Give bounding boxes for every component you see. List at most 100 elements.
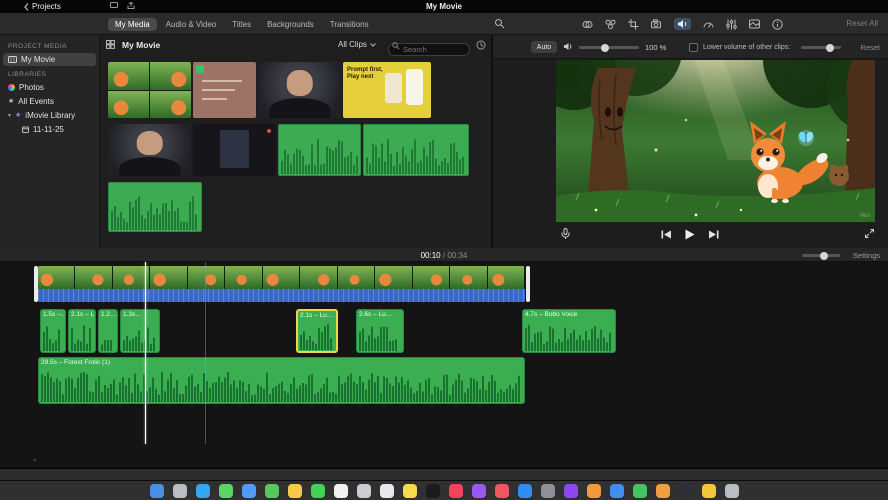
dock-app-keynote[interactable]	[609, 483, 624, 498]
reset-button[interactable]: Reset	[860, 43, 880, 52]
dock-app-safari[interactable]	[195, 483, 210, 498]
volume-icon[interactable]	[674, 18, 691, 30]
webcam-clip[interactable]	[258, 62, 341, 118]
clip-size-knob[interactable]	[820, 251, 829, 260]
dock-app-garageband[interactable]	[586, 483, 601, 498]
timeline-audio-clip[interactable]: 1.5s –…	[40, 309, 66, 353]
color-correction-icon[interactable]	[605, 19, 616, 30]
audio-clip-2[interactable]	[363, 124, 469, 176]
equalizer-icon[interactable]	[726, 19, 737, 30]
sidebar-item-all-events[interactable]: ★ All Events	[3, 95, 96, 108]
skip-back-button[interactable]	[661, 230, 671, 239]
color-balance-icon[interactable]	[582, 19, 593, 30]
dock-app-podcasts[interactable]	[471, 483, 486, 498]
video-clip-audio-track[interactable]	[38, 289, 525, 302]
dock-app-numbers[interactable]	[632, 483, 647, 498]
reset-all-button[interactable]: Reset All	[846, 19, 878, 28]
video-clip-filmstrip[interactable]	[38, 266, 525, 289]
timeline-audio-clip[interactable]: 2.1s – L…	[68, 309, 96, 353]
dock-app-launchpad[interactable]	[172, 483, 187, 498]
dock-app-finder[interactable]	[149, 483, 164, 498]
chevron-down-icon[interactable]: ▾	[8, 113, 11, 119]
search-field[interactable]	[388, 39, 470, 56]
dock-app-contacts[interactable]	[356, 483, 371, 498]
share-icon[interactable]	[127, 2, 135, 9]
tab-transitions[interactable]: Transitions	[323, 18, 376, 31]
screen-recording-clip[interactable]	[193, 124, 276, 176]
sidebar-item-photos[interactable]: Photos	[3, 81, 96, 94]
timeline-scrollbar[interactable]	[0, 468, 888, 480]
dock-app-trash[interactable]	[724, 483, 739, 498]
timeline[interactable]: 1.5s –… 2.1s – L… 1.2… 1.3s… 2.1s – Lu… 2.6s …	[0, 262, 888, 468]
search-input[interactable]	[388, 43, 470, 56]
clip-size-slider[interactable]	[802, 251, 840, 260]
dock-app-photos[interactable]	[287, 483, 302, 498]
tab-titles[interactable]: Titles	[225, 18, 258, 31]
lower-volume-knob[interactable]	[825, 43, 834, 52]
video-preview[interactable]: Veo	[556, 60, 875, 222]
timeline-audio-clip[interactable]: 2.6s – Lu…	[356, 309, 404, 353]
timeline-audio-clip[interactable]: 2.1s – Lu…	[296, 309, 338, 353]
dock-app-terminal[interactable]	[678, 483, 693, 498]
media-grid-icon[interactable]	[106, 40, 115, 49]
tab-audio-video[interactable]: Audio & Video	[159, 18, 224, 31]
volume-slider-knob[interactable]	[601, 43, 610, 52]
timeline-audio-clip[interactable]: 1.2…	[98, 309, 118, 353]
dock-app-calendar[interactable]	[333, 483, 348, 498]
text-line	[201, 88, 235, 91]
background-music-clip[interactable]: 29.5s – Forest Frolic (1)	[38, 357, 525, 404]
dock-app-notes[interactable]	[402, 483, 417, 498]
dock-app-facetime[interactable]	[310, 483, 325, 498]
clip-filter-dropdown[interactable]: All Clips	[338, 40, 376, 49]
noise-reduction-icon[interactable]	[703, 19, 714, 29]
tab-my-media[interactable]: My Media	[108, 17, 157, 31]
timeline-settings-button[interactable]: Settings	[853, 251, 880, 260]
dock-app-pages[interactable]	[655, 483, 670, 498]
clip-label: 1.2…	[101, 311, 116, 318]
dock-app-appstore[interactable]	[517, 483, 532, 498]
dock-app-mail[interactable]	[241, 483, 256, 498]
skip-forward-button[interactable]	[709, 230, 719, 239]
zoom-icon[interactable]	[494, 18, 505, 29]
prompt-clip[interactable]: Prompt first, Play next	[343, 62, 431, 118]
fullscreen-icon[interactable]	[865, 229, 874, 238]
audio-clip-3[interactable]	[108, 182, 202, 232]
auto-volume-button[interactable]: Auto	[531, 41, 557, 53]
info-icon[interactable]	[772, 18, 783, 30]
dock-app-tv[interactable]	[425, 483, 440, 498]
recent-imports-icon[interactable]	[476, 40, 486, 50]
fox-scenes-clip[interactable]	[108, 62, 191, 118]
clip-trim-handle-right[interactable]	[526, 266, 530, 302]
timeline-collapse-icon[interactable]: ⌃	[32, 458, 38, 466]
dock-app-music[interactable]	[448, 483, 463, 498]
sidebar-item-my-movie[interactable]: My Movie	[3, 53, 96, 66]
timeline-audio-clip[interactable]: 1.3s…	[120, 309, 160, 353]
filters-icon[interactable]	[749, 19, 760, 29]
volume-slider[interactable]	[579, 43, 639, 52]
lower-volume-checkbox[interactable]	[689, 43, 698, 52]
microphone-icon[interactable]	[561, 228, 570, 240]
dock-app-news[interactable]	[494, 483, 509, 498]
webcam-clip-2[interactable]	[108, 124, 191, 176]
timeline-audio-clip[interactable]: 4.7s – Bobo Voice	[522, 309, 616, 353]
dock-app-imovie[interactable]	[563, 483, 578, 498]
audio-clip-1[interactable]	[278, 124, 361, 176]
library-icon: ★	[15, 112, 22, 119]
sidebar-item-11-11-25[interactable]: 11-11-25	[17, 123, 96, 136]
dock-app-chrome[interactable]	[701, 483, 716, 498]
display-icon[interactable]	[110, 2, 118, 9]
tab-backgrounds[interactable]: Backgrounds	[260, 18, 321, 31]
back-to-projects-button[interactable]: Projects	[24, 2, 61, 11]
script-clip[interactable]	[193, 62, 256, 118]
crop-icon[interactable]	[628, 18, 639, 30]
play-button[interactable]	[685, 229, 695, 240]
dock-app-settings[interactable]	[540, 483, 555, 498]
dock-app-maps[interactable]	[264, 483, 279, 498]
sidebar-item-imovie-library[interactable]: ▾ ★ iMovie Library	[3, 109, 96, 122]
dock-app-messages[interactable]	[218, 483, 233, 498]
dock-app-reminders[interactable]	[379, 483, 394, 498]
lower-volume-slider[interactable]	[801, 43, 841, 52]
playhead[interactable]	[145, 262, 146, 444]
filmstrip-frame	[300, 266, 338, 289]
stabilization-icon[interactable]	[651, 19, 662, 29]
